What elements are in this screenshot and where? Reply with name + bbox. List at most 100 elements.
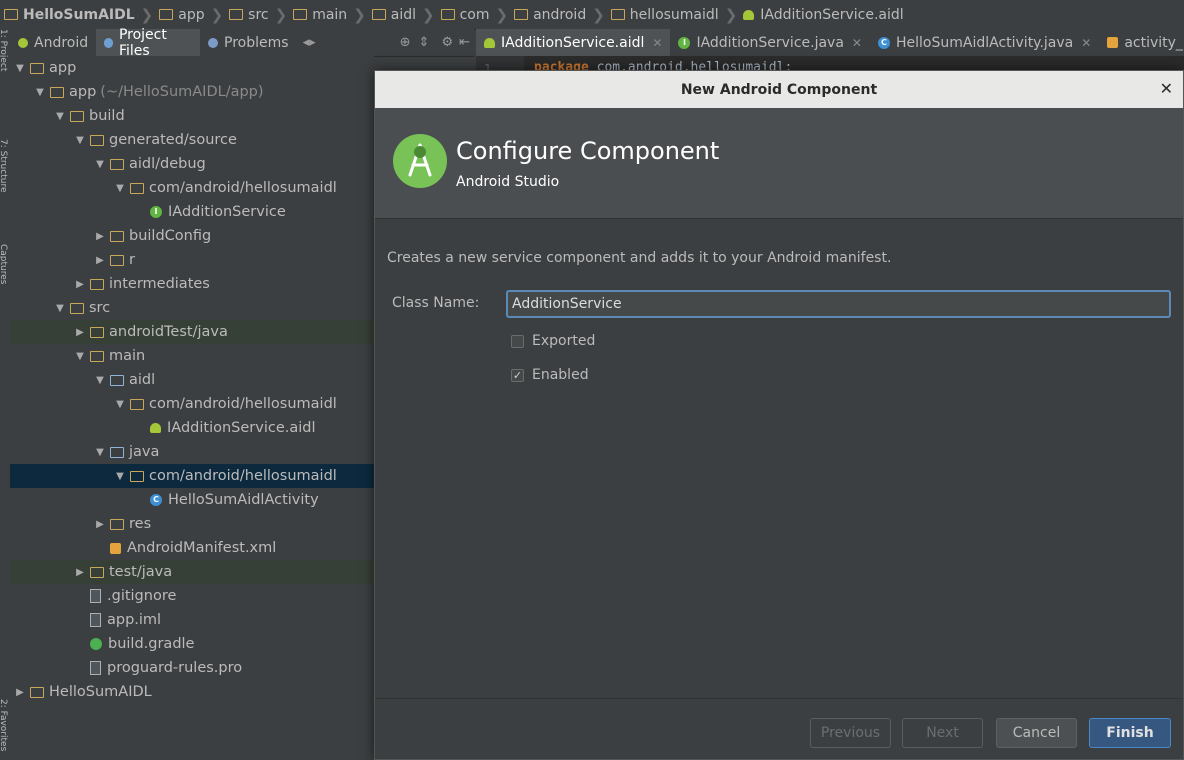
collapse-icon[interactable]: ⇕ — [419, 35, 430, 50]
tree-node[interactable]: app.iml — [10, 608, 374, 632]
close-icon[interactable]: ✕ — [1160, 79, 1173, 98]
tree-node[interactable]: ▼ main — [10, 344, 374, 368]
tree-node-label: build.gradle — [108, 636, 195, 652]
editor-tab[interactable]: C HelloSumAidlActivity.java ✕ — [870, 29, 1099, 56]
source-folder-icon — [110, 446, 124, 458]
editor-tab[interactable]: IAdditionService.aidl ✕ — [476, 29, 671, 56]
enabled-checkbox-row[interactable]: ✓ Enabled — [511, 367, 589, 383]
tool-window-favorites[interactable]: 2: Favorites — [0, 699, 8, 751]
breadcrumb-separator-icon: ❯ — [592, 5, 605, 24]
folder-icon — [110, 230, 124, 242]
exported-checkbox[interactable] — [511, 334, 524, 348]
breadcrumb-item[interactable]: ❯ IAdditionService.aidl — [719, 6, 904, 24]
dialog-titlebar[interactable]: New Android Component ✕ — [375, 71, 1183, 108]
expanded-arrow-icon[interactable]: ▼ — [12, 63, 28, 74]
tree-node[interactable]: ▼ com/android/hellosumaidl — [10, 392, 374, 416]
collapsed-arrow-icon[interactable]: ▶ — [92, 255, 108, 266]
expanded-arrow-icon[interactable]: ▼ — [72, 135, 88, 146]
project-tab[interactable]: Project Files — [96, 27, 201, 59]
breadcrumb-item[interactable]: ❯ app — [135, 6, 205, 24]
gear-icon[interactable]: ⚙ — [441, 35, 453, 50]
dialog-heading: Configure Component — [456, 137, 720, 165]
collapsed-arrow-icon[interactable]: ▶ — [92, 231, 108, 242]
tree-node[interactable]: I IAdditionService — [10, 200, 374, 224]
collapsed-arrow-icon[interactable]: ▶ — [72, 567, 88, 578]
tree-node[interactable]: ▶ androidTest/java — [10, 320, 374, 344]
expanded-arrow-icon[interactable]: ▼ — [92, 447, 108, 458]
tree-node[interactable]: build.gradle — [10, 632, 374, 656]
editor-tab[interactable]: I IAdditionService.java ✕ — [670, 29, 870, 56]
tree-node[interactable]: proguard-rules.pro — [10, 656, 374, 680]
tree-node-label: test/java — [109, 564, 173, 580]
expanded-arrow-icon[interactable]: ▼ — [32, 87, 48, 98]
cancel-button[interactable]: Cancel — [996, 718, 1077, 748]
tree-node[interactable]: ▶ res — [10, 512, 374, 536]
tree-node[interactable]: IAdditionService.aidl — [10, 416, 374, 440]
tree-node[interactable]: ▼ aidl/debug — [10, 152, 374, 176]
breadcrumb-item[interactable]: ❯ main — [269, 6, 348, 24]
collapsed-arrow-icon[interactable]: ▶ — [12, 687, 28, 698]
collapsed-arrow-icon[interactable]: ▶ — [92, 519, 108, 530]
tree-node[interactable]: ▶ test/java — [10, 560, 374, 584]
breadcrumb-item[interactable]: HelloSumAIDL — [4, 7, 135, 23]
expanded-arrow-icon[interactable]: ▼ — [112, 183, 128, 194]
expanded-arrow-icon[interactable]: ▼ — [112, 399, 128, 410]
class-name-input[interactable] — [506, 290, 1171, 318]
project-tab-label: Problems — [224, 34, 289, 51]
tree-node[interactable]: ▼ com/android/hellosumaidl — [10, 176, 374, 200]
interface-icon: I — [678, 36, 691, 49]
tree-node-label: intermediates — [109, 276, 210, 292]
locate-icon[interactable]: ⊕ — [400, 35, 411, 50]
android-icon — [18, 37, 28, 48]
expanded-arrow-icon[interactable]: ▼ — [52, 111, 68, 122]
tool-window-captures[interactable]: Captures — [0, 244, 8, 284]
tree-node[interactable]: ▼ app — [10, 56, 374, 80]
project-tab[interactable]: Android — [10, 29, 96, 56]
tool-window-structure[interactable]: 7: Structure — [0, 139, 8, 193]
expanded-arrow-icon[interactable]: ▼ — [92, 159, 108, 170]
tree-node[interactable]: ▼ java — [10, 440, 374, 464]
exported-checkbox-row[interactable]: Exported — [511, 333, 595, 349]
finish-button[interactable]: Finish — [1089, 718, 1171, 748]
previous-button[interactable]: Previous — [810, 718, 891, 748]
scroll-tabs-icon[interactable]: ◂▸ — [303, 35, 316, 50]
collapsed-arrow-icon[interactable]: ▶ — [72, 327, 88, 338]
close-tab-icon[interactable]: ✕ — [652, 36, 662, 50]
breadcrumb-item[interactable]: ❯ com — [416, 6, 489, 24]
folder-icon — [159, 9, 174, 20]
expanded-arrow-icon[interactable]: ▼ — [52, 303, 68, 314]
tree-node[interactable]: ▶ r — [10, 248, 374, 272]
tree-node[interactable]: C HelloSumAidlActivity — [10, 488, 374, 512]
breadcrumb-item[interactable]: ❯ aidl — [347, 6, 416, 24]
expanded-arrow-icon[interactable]: ▼ — [112, 471, 128, 482]
expanded-arrow-icon[interactable]: ▼ — [92, 375, 108, 386]
tree-node[interactable]: ▼ app (~/HelloSumAIDL/app) — [10, 80, 374, 104]
tree-node[interactable]: ▼ src — [10, 296, 374, 320]
close-tab-icon[interactable]: ✕ — [1081, 36, 1091, 50]
collapsed-arrow-icon[interactable]: ▶ — [72, 279, 88, 290]
tree-node[interactable]: ▶ buildConfig — [10, 224, 374, 248]
tree-node[interactable]: ▼ com/android/hellosumaidl — [10, 464, 374, 488]
tool-window-project[interactable]: 1: Project — [0, 29, 8, 71]
tree-node[interactable]: ▼ build — [10, 104, 374, 128]
project-tree[interactable]: ▼ app ▼ app (~/HelloSumAIDL/app) ▼ build ▼ gener… — [10, 56, 374, 760]
close-tab-icon[interactable]: ✕ — [852, 36, 862, 50]
breadcrumb-item[interactable]: ❯ android — [490, 6, 587, 24]
breadcrumb-item[interactable]: ❯ src — [205, 6, 269, 24]
breadcrumb-item[interactable]: ❯ hellosumaidl — [586, 6, 718, 24]
folder-icon — [90, 278, 104, 290]
expanded-arrow-icon[interactable]: ▼ — [72, 351, 88, 362]
tree-node[interactable]: AndroidManifest.xml — [10, 536, 374, 560]
next-button[interactable]: Next — [902, 718, 983, 748]
project-files-icon — [104, 37, 113, 48]
tree-node[interactable]: ▼ aidl — [10, 368, 374, 392]
editor-tab[interactable]: activity_hello... — [1099, 29, 1184, 56]
enabled-checkbox[interactable]: ✓ — [511, 368, 524, 382]
tree-node[interactable]: ▶ HelloSumAIDL — [10, 680, 374, 704]
tree-node[interactable]: ▼ generated/source — [10, 128, 374, 152]
tree-node[interactable]: ▶ intermediates — [10, 272, 374, 296]
breadcrumb-separator-icon: ❯ — [274, 5, 288, 24]
project-tab[interactable]: Problems — [200, 29, 297, 56]
hide-icon[interactable]: ⇤ — [459, 35, 470, 50]
tree-node[interactable]: .gitignore — [10, 584, 374, 608]
